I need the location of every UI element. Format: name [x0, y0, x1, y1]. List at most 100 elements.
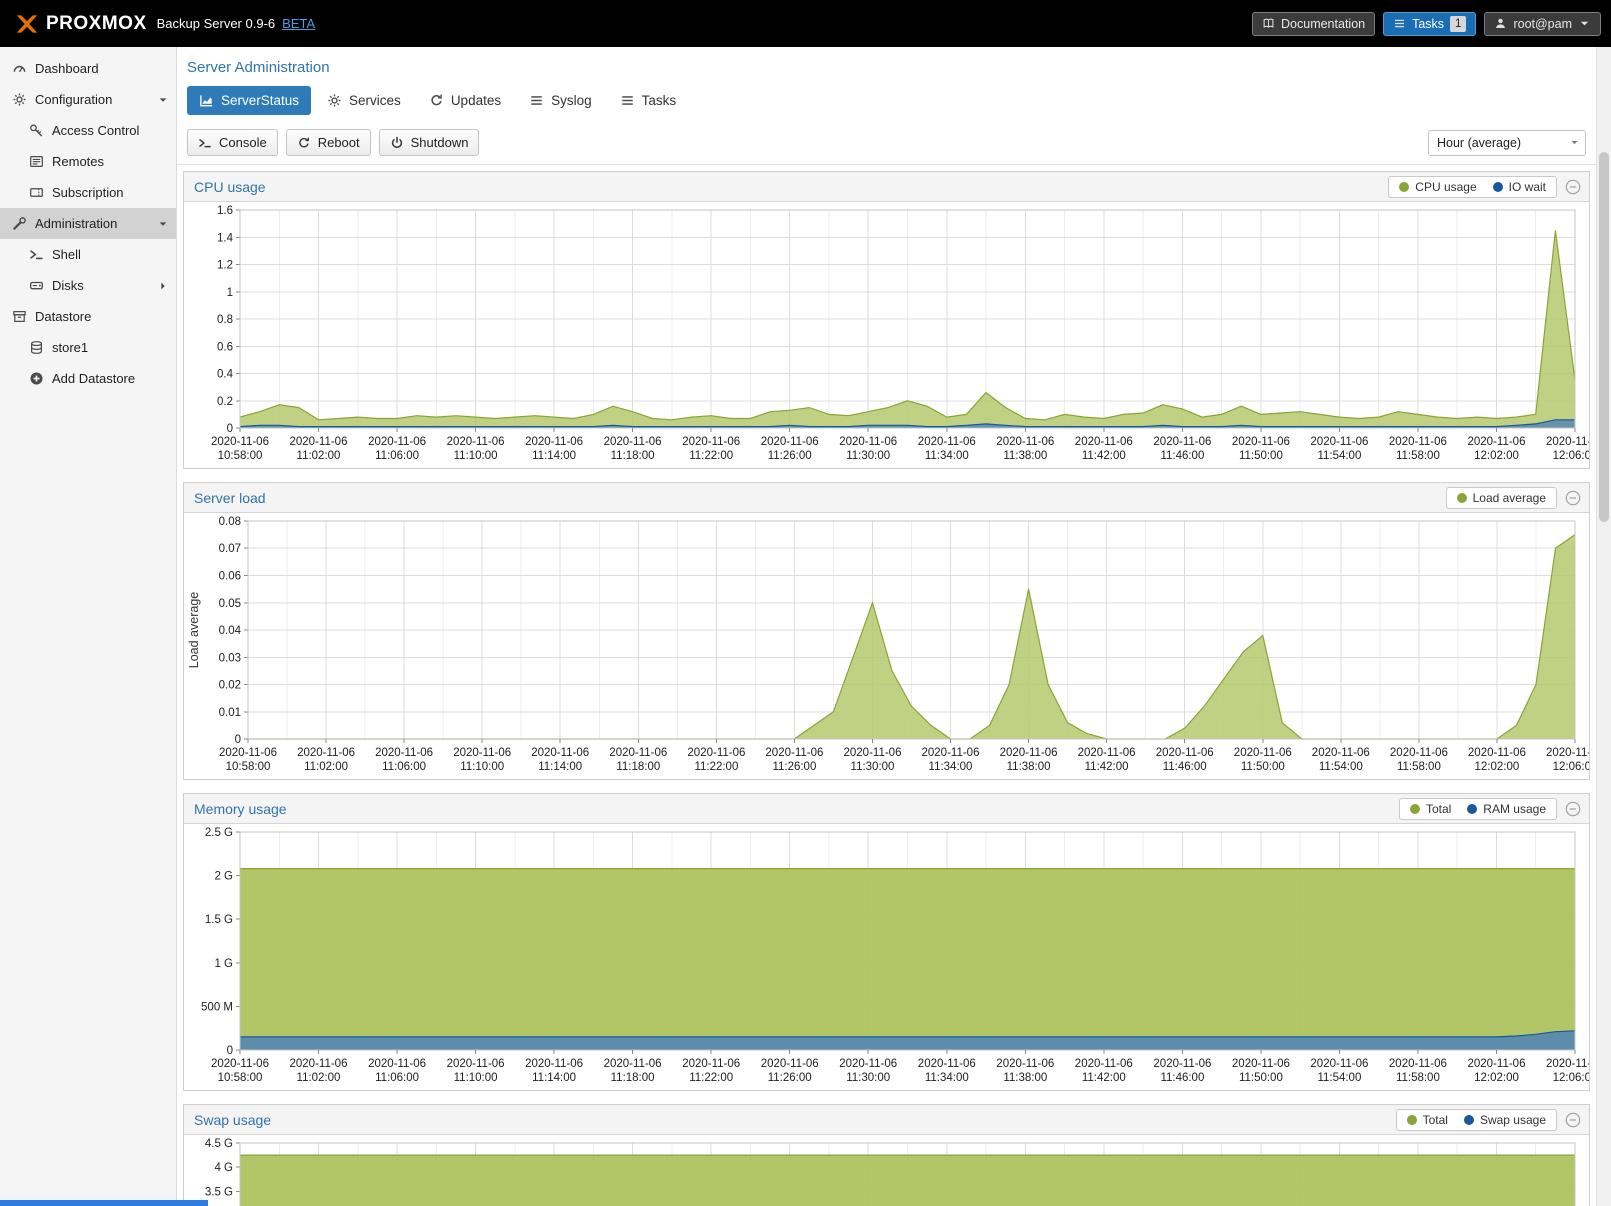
button-label: Shutdown [411, 135, 469, 150]
svg-text:11:58:00: 11:58:00 [1397, 761, 1441, 773]
tab-label: Services [349, 93, 401, 108]
database-icon [29, 340, 44, 355]
archive-icon [12, 309, 27, 324]
legend-dot [1410, 804, 1420, 814]
svg-text:2020-11-06: 2020-11-06 [682, 1058, 740, 1070]
caret-right-icon[interactable] [157, 280, 169, 292]
legend-label: Swap usage [1480, 1113, 1546, 1127]
console-button[interactable]: Console [187, 129, 278, 156]
legend-label: IO wait [1509, 180, 1546, 194]
chart-legend: TotalSwap usage [1396, 1109, 1557, 1131]
svg-text:11:06:00: 11:06:00 [382, 761, 426, 773]
svg-text:2020-11-06: 2020-11-06 [765, 747, 823, 759]
svg-text:2020-11-06: 2020-11-06 [290, 436, 348, 448]
legend-label: Load average [1473, 491, 1546, 505]
collapse-panel-icon[interactable] [1565, 179, 1581, 195]
svg-text:11:26:00: 11:26:00 [768, 1072, 812, 1084]
svg-text:12:02:00: 12:02:00 [1475, 761, 1520, 773]
sidebar-item-remotes[interactable]: Remotes [0, 146, 176, 177]
svg-text:11:14:00: 11:14:00 [532, 1072, 576, 1084]
svg-text:2020-11-06: 2020-11-06 [1075, 1058, 1133, 1070]
svg-text:11:18:00: 11:18:00 [611, 450, 655, 462]
svg-text:11:34:00: 11:34:00 [925, 1072, 969, 1084]
svg-text:11:06:00: 11:06:00 [375, 450, 419, 462]
tasks-button[interactable]: Tasks 1 [1383, 12, 1476, 36]
svg-text:1.4: 1.4 [217, 232, 234, 244]
sidebar-item-label: Access Control [52, 123, 139, 138]
svg-text:2020-11-06: 2020-11-06 [761, 1058, 819, 1070]
svg-text:2020-11-06: 2020-11-06 [1468, 747, 1526, 759]
legend-dot [1407, 1115, 1417, 1125]
svg-text:1.2: 1.2 [217, 260, 233, 272]
caret-down-icon [1569, 137, 1580, 148]
user-menu-button[interactable]: root@pam [1484, 12, 1601, 36]
page-title: Server Administration [177, 47, 1596, 86]
beta-link[interactable]: BETA [282, 16, 315, 31]
sidebar-item-access-control[interactable]: Access Control [0, 115, 176, 146]
svg-text:0.06: 0.06 [219, 571, 241, 583]
sidebar-item-administration[interactable]: Administration [0, 208, 176, 239]
tab-syslog[interactable]: Syslog [517, 86, 604, 115]
sidebar-item-label: Configuration [35, 92, 112, 107]
reboot-button[interactable]: Reboot [286, 129, 371, 156]
svg-text:11:38:00: 11:38:00 [1003, 1072, 1047, 1084]
main-layout: Dashboard Configuration Access Control Remo… [0, 47, 1611, 1206]
chart-svg: 0500 M1 G1.5 G2 G2.5 G2020-11-0610:58:00… [184, 824, 1589, 1090]
chart-legend: CPU usageIO wait [1388, 176, 1557, 198]
caret-down-icon[interactable] [157, 94, 169, 106]
time-range-value: Hour (average) [1437, 136, 1521, 150]
tab-services[interactable]: Services [315, 86, 413, 115]
svg-text:2020-11-06: 2020-11-06 [375, 747, 433, 759]
svg-text:1.6: 1.6 [217, 205, 233, 217]
chart-server-load: 00.010.020.030.040.050.060.070.082020-11… [184, 513, 1589, 779]
book-icon [1262, 17, 1275, 30]
documentation-button[interactable]: Documentation [1252, 12, 1375, 36]
chart-cpu-usage: 00.20.40.60.811.21.41.62020-11-0610:58:0… [184, 202, 1589, 468]
button-label: Reboot [318, 135, 360, 150]
sidebar-item-shell[interactable]: Shell [0, 239, 176, 270]
sidebar-item-disks[interactable]: Disks [0, 270, 176, 301]
tab-tasks[interactable]: Tasks [608, 86, 689, 115]
collapse-panel-icon[interactable] [1565, 1112, 1581, 1128]
svg-text:2020-11-06: 2020-11-06 [211, 1058, 269, 1070]
sidebar-item-datastore[interactable]: Datastore [0, 301, 176, 332]
shell-icon [198, 136, 212, 150]
sidebar-item-configuration[interactable]: Configuration [0, 84, 176, 115]
sidebar-item-dashboard[interactable]: Dashboard [0, 53, 176, 84]
svg-text:0: 0 [227, 423, 233, 435]
sidebar-item-label: store1 [52, 340, 88, 355]
tab-label: Updates [451, 93, 501, 108]
gears-icon [327, 93, 342, 108]
product-version: Backup Server 0.9-6 [157, 16, 276, 31]
vertical-scrollbar[interactable] [1596, 47, 1611, 1206]
svg-text:11:30:00: 11:30:00 [851, 761, 895, 773]
shutdown-button[interactable]: Shutdown [379, 129, 480, 156]
sidebar-item-store1[interactable]: store1 [0, 332, 176, 363]
svg-text:12:06:00: 12:06:00 [1553, 1072, 1589, 1084]
remotes-icon [29, 154, 44, 169]
time-range-select[interactable]: Hour (average) [1428, 130, 1586, 156]
refresh-icon [429, 93, 444, 108]
svg-text:11:58:00: 11:58:00 [1396, 1072, 1440, 1084]
svg-text:11:26:00: 11:26:00 [768, 450, 812, 462]
svg-text:1.5 G: 1.5 G [205, 914, 233, 926]
scrollbar-thumb[interactable] [1599, 152, 1609, 522]
sidebar-item-subscription[interactable]: Subscription [0, 177, 176, 208]
svg-text:11:06:00: 11:06:00 [375, 1072, 419, 1084]
svg-text:4.5 G: 4.5 G [205, 1138, 233, 1150]
tab-serverstatus[interactable]: ServerStatus [187, 86, 311, 115]
svg-text:0.07: 0.07 [219, 543, 241, 555]
caret-down-icon[interactable] [157, 218, 169, 230]
collapse-panel-icon[interactable] [1565, 490, 1581, 506]
toolbar-buttons: Console Reboot Shutdown [187, 129, 479, 156]
svg-text:0.2: 0.2 [217, 396, 233, 408]
svg-text:0.03: 0.03 [219, 652, 241, 664]
svg-text:11:50:00: 11:50:00 [1241, 761, 1285, 773]
svg-text:11:34:00: 11:34:00 [929, 761, 973, 773]
sidebar-item-add-datastore[interactable]: Add Datastore [0, 363, 176, 394]
tab-updates[interactable]: Updates [417, 86, 513, 115]
collapse-panel-icon[interactable] [1565, 801, 1581, 817]
legend-item: Load average [1457, 491, 1546, 505]
svg-text:11:50:00: 11:50:00 [1239, 450, 1283, 462]
svg-text:2020-11-06: 2020-11-06 [996, 436, 1054, 448]
